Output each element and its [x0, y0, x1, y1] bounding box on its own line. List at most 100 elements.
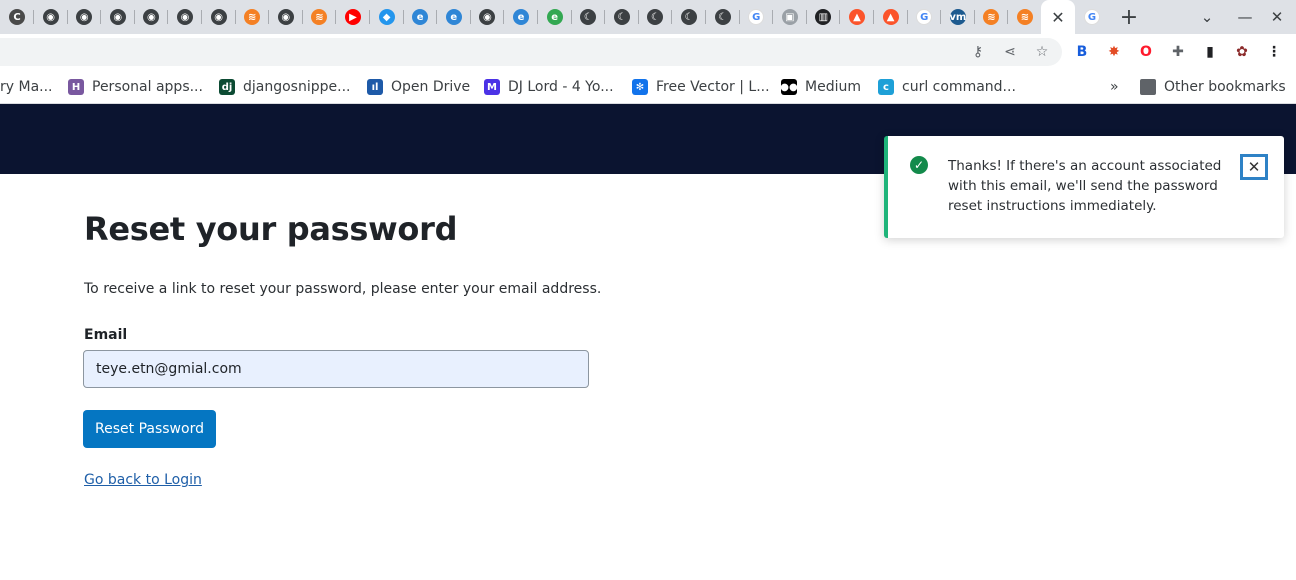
back-to-login-link[interactable]: Go back to Login	[84, 472, 202, 488]
globe-icon: ◉	[277, 9, 294, 25]
tab-7[interactable]: ≋	[235, 4, 270, 30]
bookmark-item[interactable]: M DJ Lord - 4 Yo...	[484, 76, 614, 98]
bookmark-item[interactable]: H Personal apps...	[68, 76, 203, 98]
barcode-icon: ▥	[815, 9, 832, 25]
reset-password-button[interactable]: Reset Password	[83, 410, 216, 448]
tab-18[interactable]: ☾	[605, 4, 639, 30]
bookmark-item[interactable]: dj djangosnippe...	[219, 76, 350, 98]
toast-message: Thanks! If there's an account associated…	[948, 158, 1222, 214]
bookmark-item[interactable]: ●● Medium	[780, 76, 861, 98]
tab-13[interactable]: e	[437, 4, 471, 30]
tab-active[interactable]: ✕	[1041, 0, 1075, 34]
bookmark-label: Personal apps...	[92, 79, 203, 95]
sidepanel-icon[interactable]: ▮	[1200, 42, 1220, 62]
new-tab-button[interactable]: +	[1116, 4, 1142, 30]
tab-3[interactable]: ◉	[101, 4, 135, 30]
instructions-text: To receive a link to reset your password…	[84, 281, 602, 297]
opera-icon[interactable]: O	[1136, 42, 1156, 62]
email-field[interactable]	[83, 350, 589, 388]
tab-14[interactable]: ◉	[470, 4, 505, 30]
bookmark-item[interactable]: ✻ Free Vector | L...	[632, 76, 770, 98]
tab-separator	[33, 10, 34, 24]
edge-icon: e	[445, 9, 462, 25]
colorzilla-icon[interactable]: ✸	[1104, 42, 1124, 62]
tab-22[interactable]: G	[739, 4, 774, 30]
profile-icon[interactable]: ✿	[1232, 42, 1252, 62]
tab-16[interactable]: e	[538, 4, 572, 30]
tab-separator	[234, 10, 236, 24]
close-window-button[interactable]: ✕	[1263, 4, 1291, 30]
tab-separator	[335, 10, 337, 24]
address-bar[interactable]	[0, 38, 1062, 66]
tab-separator	[570, 10, 572, 24]
toast-close-button[interactable]: ✕	[1240, 154, 1268, 180]
tab-17[interactable]: ☾	[571, 4, 606, 30]
tab-30[interactable]: ≋	[1008, 4, 1042, 30]
tab-15[interactable]: e	[504, 4, 538, 30]
other-bookmarks[interactable]: Other bookmarks	[1140, 76, 1286, 98]
tab-26[interactable]: ▲	[874, 4, 908, 30]
bookmark-item[interactable]: ıl Open Drive	[367, 76, 470, 98]
tab-0[interactable]: C	[0, 4, 34, 30]
globe-icon: ◉	[109, 9, 126, 25]
tab-search-button[interactable]: ⌄	[1193, 4, 1221, 30]
globe-icon: ◉	[42, 9, 59, 25]
cube-icon: ▣	[781, 9, 798, 25]
bookmark-item[interactable]: c curl command...	[878, 76, 1016, 98]
tab-separator	[973, 10, 975, 24]
tab-9[interactable]: ≋	[302, 4, 337, 30]
tab-separator	[66, 10, 68, 24]
menu-dots-icon[interactable]: ⋮	[1264, 42, 1284, 62]
tab-25[interactable]: ▲	[840, 4, 874, 30]
globe-icon: ◉	[177, 9, 193, 25]
crescent-icon: ☾	[647, 9, 664, 25]
check-circle-icon: ✓	[910, 156, 928, 174]
tab-4[interactable]: ◉	[134, 4, 169, 30]
minimize-button[interactable]: —	[1231, 4, 1259, 30]
globe-icon: ◉	[210, 9, 227, 25]
globe-icon: ◉	[76, 9, 93, 25]
tab-12[interactable]: e	[403, 4, 438, 30]
tab-google[interactable]: G	[1075, 4, 1109, 30]
brave-icon: ▲	[882, 9, 899, 25]
tab-24[interactable]: ▥	[806, 4, 841, 30]
tab-23[interactable]: ▣	[773, 4, 807, 30]
medium-icon: ●●	[780, 79, 798, 95]
tab-28[interactable]: vm	[941, 4, 975, 30]
tab-close-icon[interactable]: ✕	[1051, 8, 1064, 27]
bookmark-label: Free Vector | L...	[656, 79, 770, 95]
tab-5[interactable]: ◉	[168, 4, 202, 30]
globe-icon: ◉	[479, 9, 496, 25]
tab-27[interactable]: G	[907, 4, 942, 30]
tab-8[interactable]: ◉	[269, 4, 303, 30]
c-app-icon: C	[9, 9, 25, 25]
puzzle-icon[interactable]: ✚	[1168, 42, 1188, 62]
crescent-icon: ☾	[714, 9, 731, 25]
bookmark-star-icon[interactable]: ☆	[1032, 42, 1052, 62]
tab-separator	[201, 10, 202, 24]
tab-separator	[1007, 10, 1009, 24]
freepik-icon: ✻	[632, 79, 648, 95]
tab-29[interactable]: ≋	[974, 4, 1009, 30]
bookmark-label: ry Ma...	[0, 79, 53, 95]
django-icon: dj	[219, 79, 235, 95]
browser-toolbar: ⚷ ⋖ ☆ B ✸ O ✚ ▮ ✿ ⋮	[0, 34, 1296, 70]
tab-20[interactable]: ☾	[672, 4, 706, 30]
tab-separator	[133, 10, 135, 24]
key-icon[interactable]: ⚷	[968, 42, 988, 62]
tab-separator	[402, 10, 404, 24]
bitwarden-icon[interactable]: B	[1072, 42, 1092, 62]
tab-21[interactable]: ☾	[706, 4, 740, 30]
tab-10[interactable]: ▶	[336, 4, 370, 30]
tab-19[interactable]: ☾	[638, 4, 673, 30]
tab-separator	[805, 10, 807, 24]
bookmarks-overflow-button[interactable]: »	[1110, 76, 1119, 98]
tab-2[interactable]: ◉	[67, 4, 102, 30]
share-icon[interactable]: ⋖	[1000, 42, 1020, 62]
tab-6[interactable]: ◉	[202, 4, 236, 30]
tab-11[interactable]: ◆	[370, 4, 404, 30]
brave-icon: ▲	[849, 9, 865, 25]
bookmark-item[interactable]: ry Ma...	[0, 76, 53, 98]
tab-1[interactable]: ◉	[34, 4, 68, 30]
tab-separator	[469, 10, 471, 24]
